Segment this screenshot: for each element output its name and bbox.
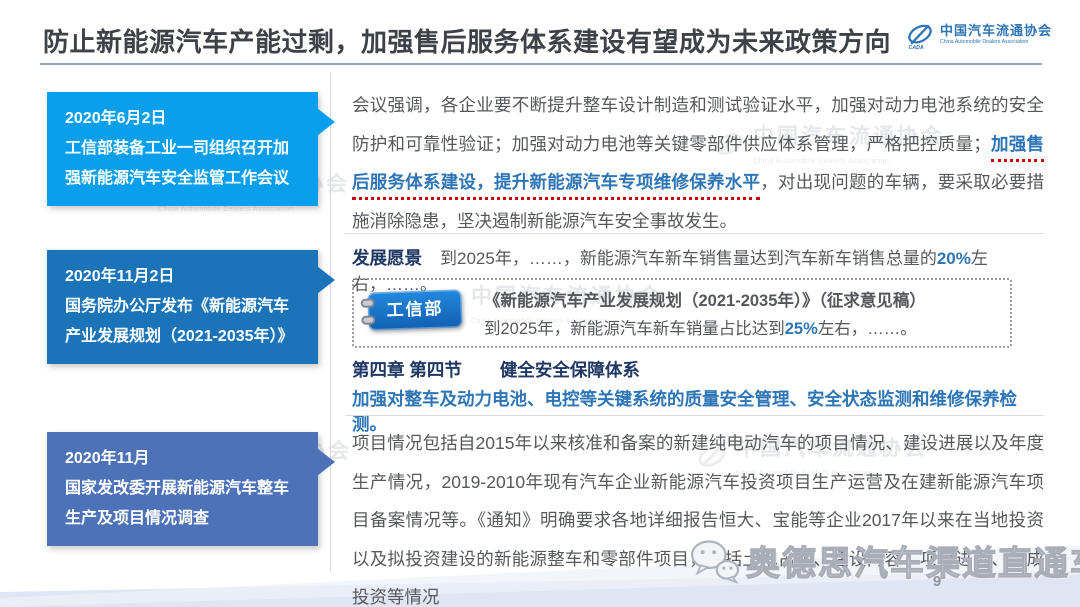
section-divider bbox=[345, 233, 1044, 234]
binder-rings-icon bbox=[361, 298, 375, 307]
chapter-title: 健全安全保障体系 bbox=[500, 360, 640, 380]
timeline-text: 国务院办公厅发布《新能源汽车产业发展规划（2021-2035年）》 bbox=[65, 298, 294, 345]
slide-title: 防止新能源汽车产能过剩，加强售后服务体系建设有望成为未来政策方向 bbox=[43, 22, 923, 59]
binder-rings-icon bbox=[361, 315, 375, 324]
draft-text-post: 左右，……。 bbox=[818, 320, 917, 338]
logo-name-en: China Automobile Dealers Association bbox=[940, 39, 1046, 45]
vision-text-pre: 到2025年，……，新能源汽车新车销售量达到汽车新车销售总量的 bbox=[440, 249, 937, 268]
draft-percent: 25% bbox=[785, 320, 818, 338]
timeline-date: 2020年11月 bbox=[65, 444, 304, 474]
watermark-en: China Automobile Dealers Association bbox=[158, 206, 294, 213]
vision-label: 发展愿景 bbox=[352, 248, 422, 268]
draft-target-line: 到2025年，新能源汽车新车销量占比达到25%左右，……。 bbox=[484, 315, 1000, 343]
channel-watermark-text: 奥德思汽车渠道直通车 bbox=[746, 536, 1080, 585]
section-divider bbox=[345, 415, 1044, 416]
timeline-text: 国家发改委开展新能源汽车整车生产及项目情况调查 bbox=[65, 480, 289, 527]
meeting-text-pre: 会议强调，各企业要不断提升整车设计制造和测试验证水平，加强对动力电池系统的安全防… bbox=[352, 95, 1044, 154]
timeline-item-2: 2020年11月2日 国务院办公厅发布《新能源汽车产业发展规划（2021-203… bbox=[47, 250, 318, 364]
chapter-line: 第四章 第四节 健全安全保障体系 bbox=[352, 357, 1044, 382]
column-divider bbox=[330, 72, 331, 572]
svg-text:CADA: CADA bbox=[909, 45, 924, 50]
draft-text-pre: 到2025年，新能源汽车新车销量占比达到 bbox=[484, 320, 785, 338]
timeline-text: 工信部装备工业一司组织召开加强新能源汽车安全监管工作会议 bbox=[65, 140, 289, 187]
miit-badge-label: 工信部 bbox=[386, 295, 444, 325]
slide: 中国汽车流通协会China Automobile Dealers Associa… bbox=[0, 0, 1080, 607]
meeting-paragraph: 会议强调，各企业要不断提升整车设计制造和测试验证水平，加强对动力电池系统的安全防… bbox=[352, 86, 1044, 240]
title-underline bbox=[40, 63, 1042, 65]
timeline-item-3: 2020年11月 国家发改委开展新能源汽车整车生产及项目情况调查 bbox=[47, 432, 318, 546]
timeline-date: 2020年6月2日 bbox=[65, 104, 304, 134]
channel-watermark: 奥德思汽车渠道直通车 bbox=[688, 536, 1080, 585]
page-number: 9 bbox=[925, 573, 949, 590]
logo-name-cn: 中国汽车流通协会 bbox=[940, 24, 1052, 39]
miit-badge: 工信部 bbox=[367, 289, 462, 330]
timeline-item-1: 2020年6月2日 工信部装备工业一司组织召开加强新能源汽车安全监管工作会议 bbox=[47, 92, 318, 206]
cada-logo: CADA 中国汽车流通协会 China Automobile Dealers A… bbox=[905, 20, 1052, 50]
draft-callout-box: 工信部 《新能源汽车产业发展规划（2021-2035年）》（征求意见稿） 到20… bbox=[352, 278, 1012, 348]
vision-percent: 20% bbox=[937, 249, 971, 268]
chapter-number: 第四章 第四节 bbox=[352, 360, 462, 380]
wechat-icon bbox=[688, 538, 742, 584]
timeline-date: 2020年11月2日 bbox=[65, 262, 304, 292]
draft-title: 《新能源汽车产业发展规划（2021-2035年）》（征求意见稿） bbox=[484, 287, 1000, 315]
cada-swoosh-icon: CADA bbox=[905, 20, 935, 50]
